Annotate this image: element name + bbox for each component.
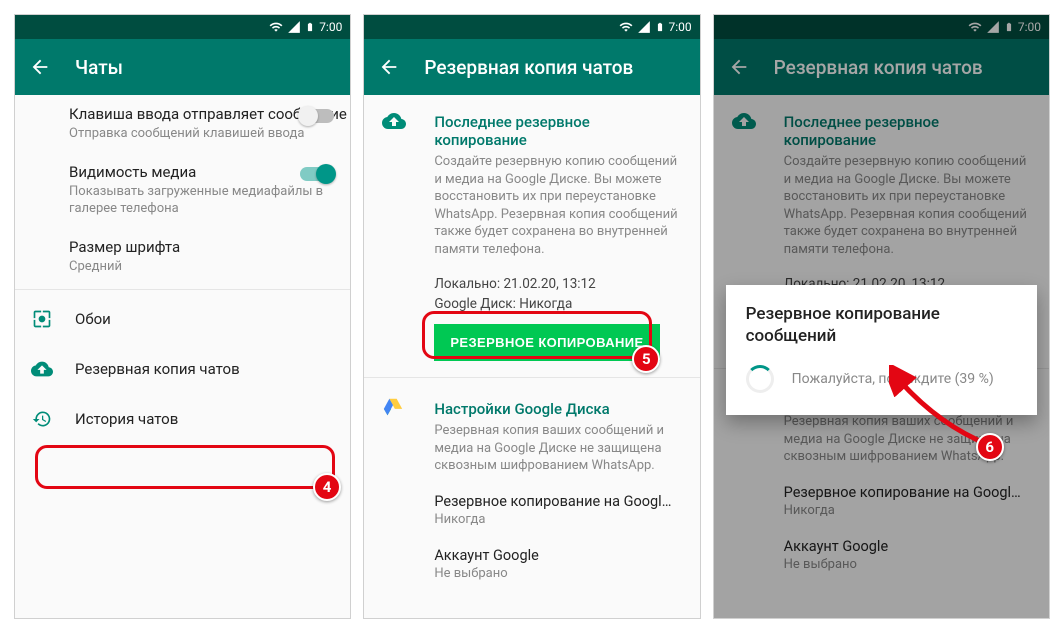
dialog-message: Пожалуйста, подождите (39 %): [792, 370, 994, 389]
google-drive-icon: [382, 396, 404, 422]
progress-spinner-icon: [746, 365, 774, 393]
row-google-account[interactable]: Аккаунт Google Не выбрано: [364, 537, 699, 591]
battery-icon: [305, 20, 315, 34]
title-bar: Резервная копия чатов: [364, 39, 699, 95]
section-last-backup: Последнее резервное копирование Создайте…: [364, 95, 699, 373]
local-backup-time: Локально: 21.02.20, 13:12: [364, 274, 699, 294]
status-bar: 7:00: [364, 15, 699, 39]
row-wallpaper[interactable]: Обои: [15, 294, 350, 344]
divider: [15, 289, 350, 290]
divider: [364, 377, 699, 378]
page-title: Чаты: [75, 56, 123, 79]
title-bar: Чаты: [15, 39, 350, 95]
cloud-upload-icon: [31, 358, 53, 380]
backup-button[interactable]: РЕЗЕРВНОЕ КОПИРОВАНИЕ: [434, 324, 659, 361]
switch-media-visibility[interactable]: [300, 167, 334, 181]
row-backup-to-gdrive[interactable]: Резервное копирование на Googl… Никогда: [364, 483, 699, 537]
setting-font-size[interactable]: Размер шрифта Средний: [15, 228, 350, 286]
phone-screen-3: 7:00 Резервная копия чатов Последнее рез…: [713, 14, 1050, 619]
battery-icon: [655, 20, 665, 34]
wifi-icon: [269, 20, 283, 34]
back-arrow-icon[interactable]: [29, 56, 51, 78]
clock: 7:00: [319, 20, 342, 34]
backup-progress-dialog: Резервное копирование сообщений Пожалуйс…: [726, 285, 1037, 415]
status-bar: 7:00: [15, 15, 350, 39]
annotation-badge-4: 4: [313, 473, 341, 501]
row-chat-history[interactable]: История чатов: [15, 394, 350, 444]
phone-screen-1: 7:00 Чаты Клавиша ввода отправляет сообщ…: [14, 14, 351, 619]
back-arrow-icon[interactable]: [378, 56, 400, 78]
signal-icon: [637, 20, 651, 34]
annotation-rect-4: [35, 445, 335, 489]
setting-enter-sends[interactable]: Клавиша ввода отправляет сообщение Отпра…: [15, 95, 350, 153]
dialog-title: Резервное копирование сообщений: [746, 303, 1017, 347]
page-title: Резервная копия чатов: [424, 56, 633, 79]
section-gdrive-settings: Настройки Google Диска Резервная копия в…: [364, 382, 699, 591]
clock: 7:00: [669, 20, 692, 34]
row-chat-backup[interactable]: Резервная копия чатов: [15, 344, 350, 394]
wifi-icon: [619, 20, 633, 34]
cloud-upload-icon: [382, 109, 406, 137]
switch-enter-sends[interactable]: [300, 109, 334, 123]
gdrive-backup-time: Google Диск: Никогда: [364, 294, 699, 314]
history-icon: [31, 408, 53, 430]
setting-media-visibility[interactable]: Видимость медиа Показывать загруженные м…: [15, 153, 350, 228]
wallpaper-icon: [31, 308, 53, 330]
phone-screen-2: 7:00 Резервная копия чатов Последнее рез…: [363, 14, 700, 619]
signal-icon: [287, 20, 301, 34]
